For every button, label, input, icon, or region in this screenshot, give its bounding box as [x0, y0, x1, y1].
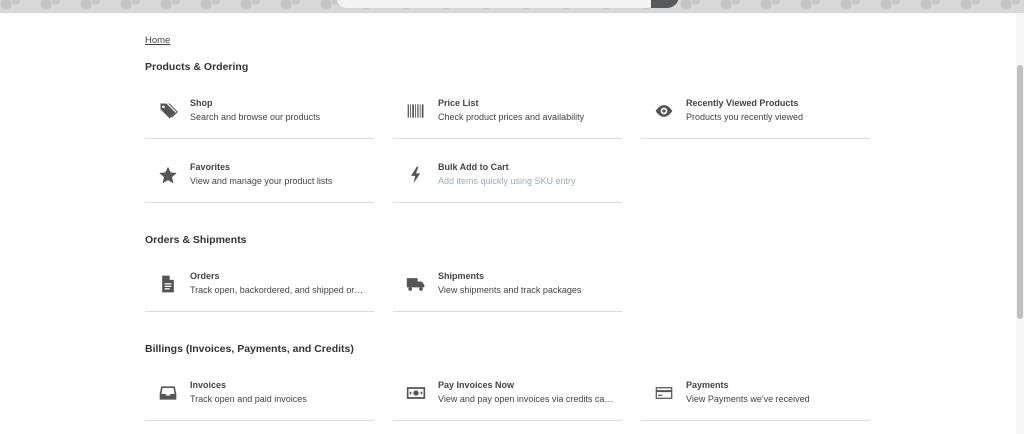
eye-icon	[651, 98, 677, 124]
card-pay-invoices[interactable]: Pay Invoices Now View and pay open invoi…	[393, 372, 622, 421]
card-favorites[interactable]: Favorites View and manage your product l…	[145, 154, 374, 203]
card-title: Pay Invoices Now	[438, 380, 515, 390]
card-title: Recently Viewed Products	[686, 98, 799, 108]
document-icon	[155, 271, 181, 297]
lightning-icon	[403, 162, 429, 188]
scrollbar-thumb[interactable]	[1017, 65, 1023, 319]
card-title: Orders	[190, 271, 220, 281]
credit-card-icon	[651, 380, 677, 406]
truck-icon	[403, 271, 429, 297]
card-desc: Search and browse our products	[190, 112, 321, 122]
breadcrumb-home[interactable]: Home	[145, 35, 170, 46]
section-title-products: Products & Ordering	[145, 61, 249, 73]
section-title-orders: Orders & Shipments	[145, 234, 247, 246]
search-input[interactable]	[337, 0, 657, 8]
card-title: Invoices	[190, 380, 227, 390]
card-title: Price List	[438, 98, 479, 108]
card-title: Favorites	[190, 162, 231, 172]
money-bill-icon	[403, 380, 429, 406]
tag-icon	[155, 98, 181, 124]
header-banner	[0, 0, 1024, 13]
card-desc: Track open and paid invoices	[190, 394, 307, 404]
card-desc: Check product prices and availability	[438, 112, 585, 122]
card-orders[interactable]: Orders Track open, backordered, and ship…	[145, 263, 374, 312]
card-recently-viewed[interactable]: Recently Viewed Products Products you re…	[641, 90, 870, 139]
card-desc: Track open, backordered, and shipped ord…	[190, 285, 368, 295]
card-invoices[interactable]: Invoices Track open and paid invoices	[145, 372, 374, 421]
card-desc: View Payments we've received	[686, 394, 810, 404]
card-desc: View and manage your product lists	[190, 176, 333, 186]
card-title: Payments	[686, 380, 729, 390]
star-icon	[155, 162, 181, 188]
card-title: Bulk Add to Cart	[438, 162, 509, 172]
card-title: Shipments	[438, 271, 485, 281]
card-shipments[interactable]: Shipments View shipments and track packa…	[393, 263, 622, 312]
card-price-list[interactable]: Price List Check product prices and avai…	[393, 90, 622, 139]
card-desc: Add items quickly using SKU entry	[438, 176, 576, 186]
card-payments[interactable]: Payments View Payments we've received	[641, 372, 870, 421]
card-desc: View and pay open invoices via credits c…	[438, 394, 616, 404]
card-desc: View shipments and track packages	[438, 285, 582, 295]
card-bulk-add[interactable]: Bulk Add to Cart Add items quickly using…	[393, 154, 622, 203]
inbox-icon	[155, 380, 181, 406]
card-title: Shop	[190, 98, 213, 108]
card-shop[interactable]: Shop Search and browse our products	[145, 90, 374, 139]
card-desc: Products you recently viewed	[686, 112, 804, 122]
section-title-billings: Billings (Invoices, Payments, and Credit…	[145, 343, 354, 355]
barcode-icon	[403, 98, 429, 124]
